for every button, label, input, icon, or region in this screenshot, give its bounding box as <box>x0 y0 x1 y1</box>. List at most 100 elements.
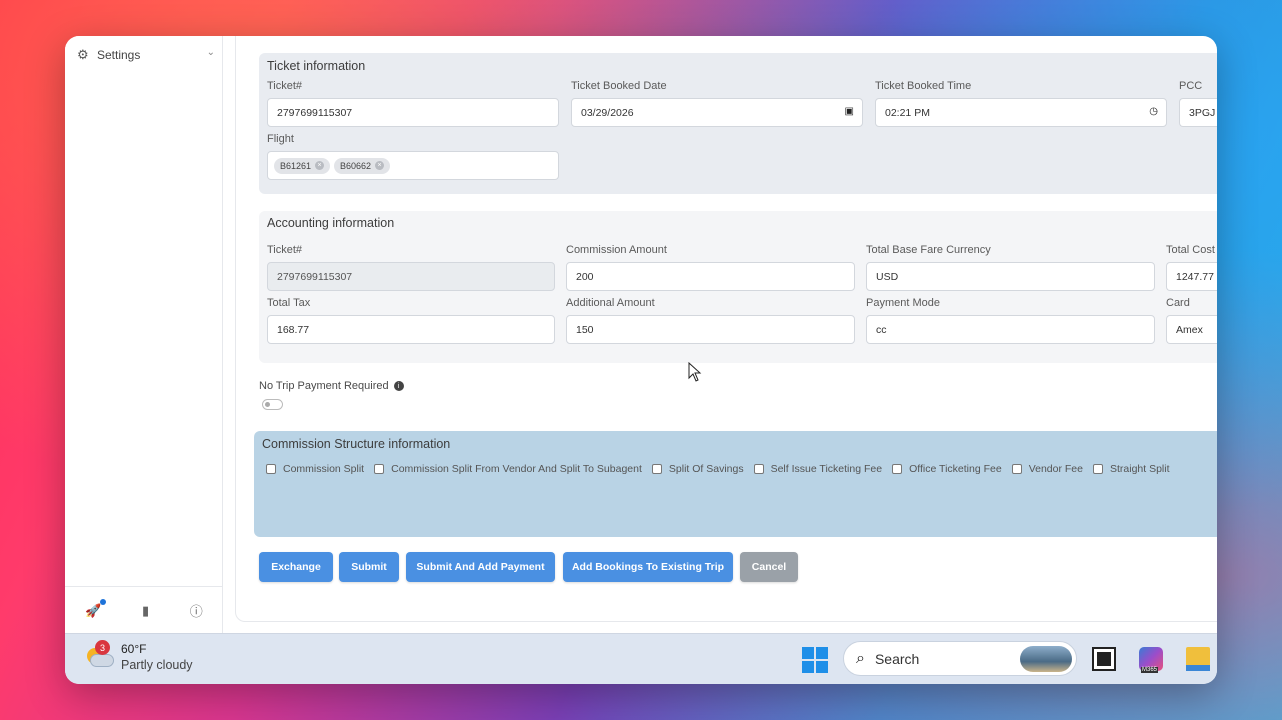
flight-chip: B61261 × <box>274 157 331 174</box>
flight-chip: B60662 × <box>334 157 391 174</box>
ticket-label: Ticket# <box>267 80 303 92</box>
booked-time-input[interactable]: 02:21 PM ◷ <box>875 98 1167 127</box>
checkbox[interactable] <box>892 464 903 474</box>
flight-chip-label: B60662 <box>340 160 372 171</box>
commission-amount-input[interactable]: 200 <box>566 262 855 291</box>
checkbox-label: Vendor Fee <box>1028 463 1083 475</box>
checkbox-label: Split Of Savings <box>668 463 744 475</box>
commission-structure-panel: Commission Structure information Commiss… <box>254 431 1217 537</box>
total-tax-label: Total Tax <box>267 297 311 309</box>
checkbox-label: Commission Split <box>283 463 365 475</box>
payment-mode-input[interactable]: cc <box>866 315 1155 344</box>
sidebar: ⚙ Settings ⌄ 🚀 ▮ ⓘ <box>65 36 223 634</box>
info-icon[interactable]: i <box>393 381 404 391</box>
no-trip-payment-text: No Trip Payment Required <box>259 380 389 392</box>
checkbox[interactable] <box>753 464 764 474</box>
weather-text: 60°F Partly cloudy <box>121 642 193 672</box>
checkbox[interactable] <box>1011 464 1022 474</box>
pcc-input[interactable]: 3PGJ <box>1179 98 1217 127</box>
checkbox-self-issue-ticketing-fee[interactable]: Self Issue Ticketing Fee <box>753 463 883 475</box>
no-trip-payment-toggle[interactable] <box>262 399 283 410</box>
section-title: Commission Structure information <box>262 437 451 451</box>
booked-time-label: Ticket Booked Time <box>875 80 972 92</box>
add-bookings-button[interactable]: Add Bookings To Existing Trip <box>563 552 733 582</box>
checkbox-label: Office Ticketing Fee <box>909 463 1002 475</box>
gear-icon: ⚙ <box>77 47 89 62</box>
additional-amount-input[interactable]: 150 <box>566 315 855 344</box>
checkbox-label: Commission Split From Vendor And Split T… <box>391 463 642 475</box>
search-label: Search <box>874 650 920 667</box>
additional-amount-value: 150 <box>576 323 594 336</box>
checkbox[interactable] <box>1092 464 1103 474</box>
base-fare-currency-value: USD <box>876 270 899 283</box>
cloud-shape <box>90 654 114 667</box>
base-fare-currency-label: Total Base Fare Currency <box>866 244 991 256</box>
sidebar-item-settings[interactable]: ⚙ Settings ⌄ <box>77 44 215 66</box>
total-cost-input[interactable]: 1247.77 <box>1166 262 1217 291</box>
checkbox-commission-split-vendor-subagent[interactable]: Commission Split From Vendor And Split T… <box>374 463 642 475</box>
checkbox-straight-split[interactable]: Straight Split <box>1092 463 1170 475</box>
task-view-icon[interactable] <box>1092 647 1116 671</box>
document-icon[interactable]: ▮ <box>142 603 149 619</box>
flight-label: Flight <box>267 133 294 145</box>
booked-date-value: 03/29/2026 <box>581 106 634 119</box>
acct-ticket-label: Ticket# <box>267 244 303 256</box>
checkbox[interactable] <box>374 464 385 474</box>
mouse-cursor-icon <box>688 362 702 382</box>
exchange-button[interactable]: Exchange <box>259 552 333 582</box>
card-input[interactable]: Amex <box>1166 315 1217 344</box>
acct-ticket-value: 2797699115307 <box>277 270 353 283</box>
booked-date-label: Ticket Booked Date <box>571 80 667 92</box>
weather-widget[interactable]: 3 60°F Partly cloudy <box>85 640 193 672</box>
search-icon: ⌕ <box>856 649 865 667</box>
clock-icon[interactable]: ◷ <box>1149 106 1158 117</box>
notification-badge: 3 <box>95 640 110 655</box>
flight-chip-label: B61261 <box>280 160 312 171</box>
windows-start-icon[interactable] <box>802 647 828 673</box>
submit-button[interactable]: Submit <box>339 552 399 582</box>
total-tax-input[interactable]: 168.77 <box>267 315 555 344</box>
pcc-value: 3PGJ <box>1189 106 1216 119</box>
cancel-button[interactable]: Cancel <box>740 552 798 582</box>
booked-date-input[interactable]: 03/29/2026 ▣ <box>571 98 863 127</box>
checkbox[interactable] <box>266 464 276 474</box>
total-tax-value: 168.77 <box>277 323 310 336</box>
no-trip-payment-label: No Trip Payment Required i <box>259 380 404 392</box>
checkbox-vendor-fee[interactable]: Vendor Fee <box>1011 463 1083 475</box>
acct-ticket-input: 2797699115307 <box>267 262 555 291</box>
booked-time-value: 02:21 PM <box>885 106 930 119</box>
base-fare-currency-input[interactable]: USD <box>866 262 1155 291</box>
section-title: Ticket information <box>267 59 366 73</box>
submit-add-payment-button[interactable]: Submit And Add Payment <box>406 552 555 582</box>
chevron-down-icon: ⌄ <box>206 47 215 58</box>
main-content: Ticket information Ticket# 2797699115307… <box>235 36 1217 622</box>
calendar-icon[interactable]: ▣ <box>845 106 854 117</box>
ticket-number-input[interactable]: 2797699115307 <box>267 98 559 127</box>
file-explorer-icon[interactable] <box>1186 647 1210 671</box>
remove-chip-icon[interactable]: × <box>315 161 325 170</box>
taskbar-search[interactable]: ⌕ Search <box>843 641 1077 676</box>
microsoft-365-icon[interactable]: M365 <box>1139 647 1163 673</box>
help-icon[interactable]: ⓘ <box>190 601 203 620</box>
remove-chip-icon[interactable]: × <box>375 161 385 170</box>
checkbox-split-of-savings[interactable]: Split Of Savings <box>651 463 744 475</box>
pcc-label: PCC <box>1179 80 1203 92</box>
checkbox-label: Self Issue Ticketing Fee <box>770 463 883 475</box>
total-cost-value: 1247.77 <box>1176 270 1214 283</box>
m365-tag: M365 <box>1141 667 1159 673</box>
flight-multiselect[interactable]: B61261 × B60662 × <box>267 151 559 180</box>
card-value: Amex <box>1176 323 1203 336</box>
accounting-information-panel: Accounting information Ticket# 279769911… <box>259 211 1217 363</box>
section-title: Accounting information <box>267 216 395 230</box>
notification-dot <box>100 598 107 605</box>
checkbox-commission-split[interactable]: Commission Split <box>266 463 364 475</box>
additional-amount-label: Additional Amount <box>566 297 655 309</box>
commission-amount-label: Commission Amount <box>566 244 667 256</box>
payment-mode-label: Payment Mode <box>866 297 940 309</box>
payment-mode-value: cc <box>876 323 887 336</box>
checkbox-office-ticketing-fee[interactable]: Office Ticketing Fee <box>892 463 1002 475</box>
rocket-icon[interactable]: 🚀 <box>85 598 107 619</box>
ticket-number-value: 2797699115307 <box>277 106 353 119</box>
taskbar: 3 60°F Partly cloudy ⌕ Search M365 <box>65 633 1217 684</box>
checkbox[interactable] <box>651 464 662 474</box>
